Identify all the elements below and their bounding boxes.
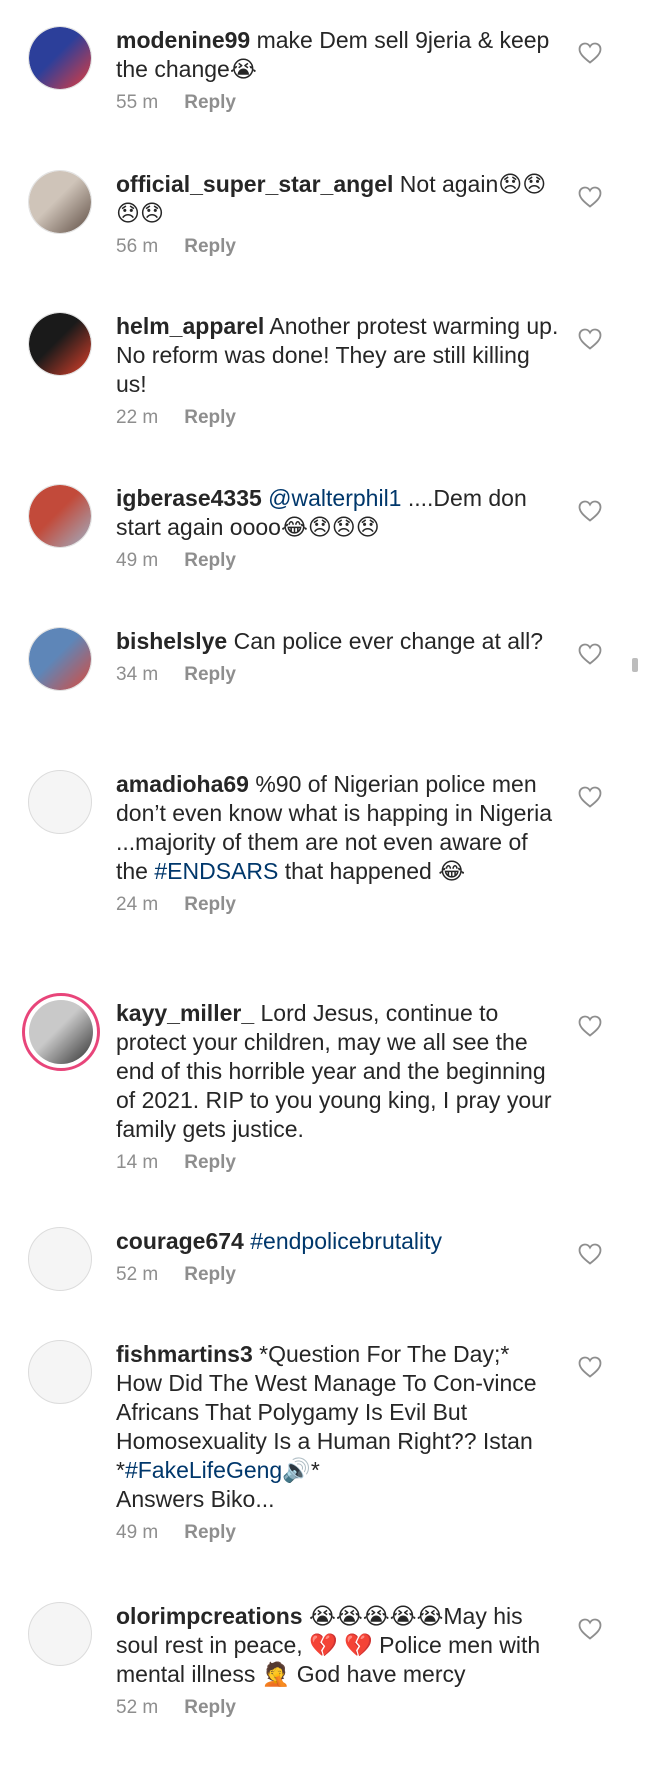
comment-text: bishelslye Can police ever change at all… [116, 627, 560, 656]
comment-text: amadioha69 %90 of Nigerian police men do… [116, 770, 560, 886]
avatar-photo [29, 485, 91, 547]
comment-meta: 52 m Reply [116, 1264, 560, 1290]
comment-time: 52 m [116, 1264, 159, 1285]
username[interactable]: modenine99 [116, 27, 250, 53]
comment-meta: 14 m Reply [116, 1152, 560, 1178]
like-heart-icon[interactable] [578, 1243, 602, 1265]
avatar-photo [29, 171, 91, 233]
comment-segment: that happened 😂 [278, 858, 466, 884]
comment-text: olorimpcreations 😭😭😭😭😭May his soul rest … [116, 1602, 560, 1689]
comment-meta: 49 m Reply [116, 550, 560, 576]
comment-text: helm_apparel Another protest warming up.… [116, 312, 560, 399]
like-heart-icon[interactable] [578, 1015, 602, 1037]
comment-text: kayy_miller_ Lord Jesus, continue to pro… [116, 999, 560, 1144]
reply-button[interactable]: Reply [184, 1264, 236, 1285]
avatar[interactable] [28, 312, 92, 376]
username[interactable]: helm_apparel [116, 313, 264, 339]
comment-time: 49 m [116, 1522, 159, 1543]
reply-button[interactable]: Reply [184, 664, 236, 685]
comment-text: courage674 #endpolicebrutality [116, 1227, 560, 1256]
username[interactable]: kayy_miller_ [116, 1000, 254, 1026]
username[interactable]: olorimpcreations [116, 1603, 303, 1629]
reply-button[interactable]: Reply [184, 1697, 236, 1718]
reply-button[interactable]: Reply [184, 1522, 236, 1543]
like-heart-icon[interactable] [578, 786, 602, 808]
comment-segment: Can police ever change at all? [227, 628, 544, 654]
comment-time: 34 m [116, 664, 159, 685]
reply-button[interactable]: Reply [184, 236, 236, 257]
comment-text: igberase4335 @walterphil1 ....Dem don st… [116, 484, 560, 542]
like-heart-icon[interactable] [578, 500, 602, 522]
comment-time: 22 m [116, 407, 159, 428]
comment-meta: 52 m Reply [116, 1697, 560, 1723]
username[interactable]: courage674 [116, 1228, 244, 1254]
hashtag-link[interactable]: #FakeLifeGeng [125, 1457, 282, 1483]
like-heart-icon[interactable] [578, 328, 602, 350]
hashtag-link[interactable]: #ENDSARS [154, 858, 278, 884]
comment-meta: 49 m Reply [116, 1522, 560, 1548]
reply-button[interactable]: Reply [184, 550, 236, 571]
avatar[interactable] [28, 26, 92, 90]
username[interactable]: amadioha69 [116, 771, 249, 797]
avatar-photo [29, 1000, 93, 1064]
comment-text: fishmartins3 *Question For The Day;* How… [116, 1340, 560, 1514]
reply-button[interactable]: Reply [184, 407, 236, 428]
avatar[interactable] [22, 993, 100, 1071]
avatar-photo [29, 27, 91, 89]
comment-time: 55 m [116, 92, 159, 113]
username[interactable]: bishelslye [116, 628, 227, 654]
like-heart-icon[interactable] [578, 1356, 602, 1378]
reply-button[interactable]: Reply [184, 92, 236, 113]
comment-meta: 22 m Reply [116, 407, 560, 433]
avatar-photo [29, 313, 91, 375]
avatar[interactable] [28, 770, 92, 834]
reply-button[interactable]: Reply [184, 1152, 236, 1173]
username[interactable]: fishmartins3 [116, 1341, 253, 1367]
avatar[interactable] [28, 627, 92, 691]
comment-meta: 34 m Reply [116, 664, 560, 690]
avatar[interactable] [28, 1227, 92, 1291]
comment-time: 56 m [116, 236, 159, 257]
hashtag-link[interactable]: #endpolicebrutality [250, 1228, 442, 1254]
comment-time: 49 m [116, 550, 159, 571]
comment-meta: 56 m Reply [116, 236, 560, 262]
avatar[interactable] [28, 1340, 92, 1404]
like-heart-icon[interactable] [578, 1618, 602, 1640]
username[interactable]: igberase4335 [116, 485, 262, 511]
reply-button[interactable]: Reply [184, 894, 236, 915]
avatar[interactable] [28, 170, 92, 234]
comment-text: official_super_star_angel Not again😞😞😞😞 [116, 170, 560, 228]
comment-meta: 24 m Reply [116, 894, 560, 920]
like-heart-icon[interactable] [578, 42, 602, 64]
avatar[interactable] [28, 1602, 92, 1666]
like-heart-icon[interactable] [578, 643, 602, 665]
comment-meta: 55 m Reply [116, 92, 560, 118]
comment-time: 14 m [116, 1152, 159, 1173]
comment-time: 52 m [116, 1697, 159, 1718]
comment-text: modenine99 make Dem sell 9jeria & keep t… [116, 26, 560, 84]
username[interactable]: official_super_star_angel [116, 171, 393, 197]
scrollbar[interactable] [632, 658, 638, 672]
avatar-photo [29, 628, 91, 690]
comment-time: 24 m [116, 894, 159, 915]
mention-link[interactable]: @walterphil1 [268, 485, 401, 511]
like-heart-icon[interactable] [578, 186, 602, 208]
avatar[interactable] [28, 484, 92, 548]
